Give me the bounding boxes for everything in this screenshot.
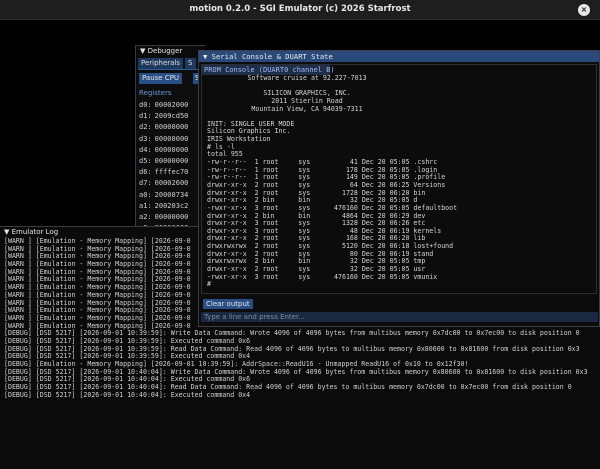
terminal-line: -rwxr-xr-x 3 root sys 476160 Dec 20 05:0… — [207, 272, 438, 281]
terminal-line: IRIS Workstation — [207, 135, 271, 144]
register-name: a2: — [139, 212, 152, 221]
window-title: motion 0.2.0 - SGI Emulator (c) 2026 Sta… — [189, 4, 411, 14]
register-row: d7: 00002600 — [139, 178, 188, 189]
serial-console-title: Serial Console & DUART State — [211, 52, 333, 61]
close-button[interactable]: × — [578, 4, 590, 16]
debugger-tabbar: Peripherals S — [136, 58, 205, 69]
register-name: d3: — [139, 134, 152, 143]
register-row: d2: 00000000 — [139, 122, 188, 133]
debugger-titlebar[interactable]: ▼ Debugger — [136, 46, 205, 57]
terminal-line: Software cruise at 92.227-7013 — [247, 74, 367, 82]
register-value: 2009cd50 — [154, 112, 189, 121]
clear-output-button[interactable]: Clear output — [203, 299, 253, 309]
register-name: d4: — [139, 145, 152, 154]
log-line: [DEBUG] [DSD 5217] [2026-09-01 10:40:04]… — [4, 390, 251, 399]
register-row: d0: 00002000 — [139, 100, 188, 111]
registers-heading: Registers — [139, 89, 172, 97]
serial-console-window: ▼ Serial Console & DUART State PROM Cons… — [198, 50, 600, 327]
window-titlebar: motion 0.2.0 - SGI Emulator (c) 2026 Sta… — [0, 0, 600, 20]
register-value: 00002000 — [154, 101, 189, 109]
register-value: 200203c2 — [154, 201, 189, 210]
console-output-panel[interactable]: PROM Console (DUART0 channel B) Software… — [201, 64, 597, 294]
terminal-output: Software cruise at 92.227-7013 SILICON GR… — [207, 74, 592, 293]
register-row: a0: 20000734 — [139, 190, 188, 201]
register-value: 00000000 — [154, 212, 189, 221]
register-name: d1: — [139, 112, 152, 121]
emulator-log-title: Emulator Log — [11, 228, 59, 236]
register-name: d2: — [139, 123, 152, 132]
register-list: d0: 00002000 d1: 2009cd50 d2: 00000000 d3: 0000… — [139, 100, 188, 226]
register-value: 20000734 — [154, 190, 189, 199]
register-row: d6: ffffec70 — [139, 167, 188, 178]
register-row: d5: 00000000 — [139, 156, 188, 167]
terminal-line: # ls -l — [207, 142, 235, 151]
register-name: d7: — [139, 179, 152, 188]
tab-underline — [138, 69, 203, 70]
register-value: 00000000 — [154, 134, 189, 143]
console-input[interactable]: Type a line and press Enter... — [201, 312, 598, 322]
register-value: ffffec70 — [154, 168, 189, 177]
register-name: a1: — [139, 201, 152, 210]
debugger-title: Debugger — [147, 47, 183, 55]
collapse-arrow-icon[interactable]: ▼ — [4, 228, 9, 236]
register-value: 00000000 — [154, 145, 189, 154]
register-value: 00002600 — [154, 179, 189, 188]
register-value: 00000000 — [154, 123, 189, 132]
serial-console-titlebar[interactable]: ▼ Serial Console & DUART State — [199, 51, 599, 62]
register-row: d1: 2009cd50 — [139, 111, 188, 122]
terminal-line: Mountain View, CA 94039-7311 — [251, 104, 363, 113]
register-value: 00000000 — [154, 156, 189, 165]
pause-cpu-button[interactable]: Pause CPU — [139, 73, 183, 84]
register-row: d3: 00000000 — [139, 134, 188, 145]
tab-s[interactable]: S — [185, 58, 196, 69]
register-row: a2: 00000000 — [139, 212, 188, 223]
register-name: d0: — [139, 101, 152, 109]
register-name: d6: — [139, 168, 152, 177]
register-name: d5: — [139, 156, 152, 165]
collapse-arrow-icon[interactable]: ▼ — [140, 47, 145, 55]
collapse-arrow-icon[interactable]: ▼ — [203, 52, 207, 61]
debugger-window: ▼ Debugger Peripherals S Pause CPU S Reg… — [135, 45, 205, 227]
register-row: a1: 200203c2 — [139, 201, 188, 212]
terminal-line: # — [207, 280, 211, 289]
register-name: a0: — [139, 190, 152, 199]
tab-peripherals[interactable]: Peripherals — [138, 58, 184, 69]
register-row: d4: 00000000 — [139, 145, 188, 156]
